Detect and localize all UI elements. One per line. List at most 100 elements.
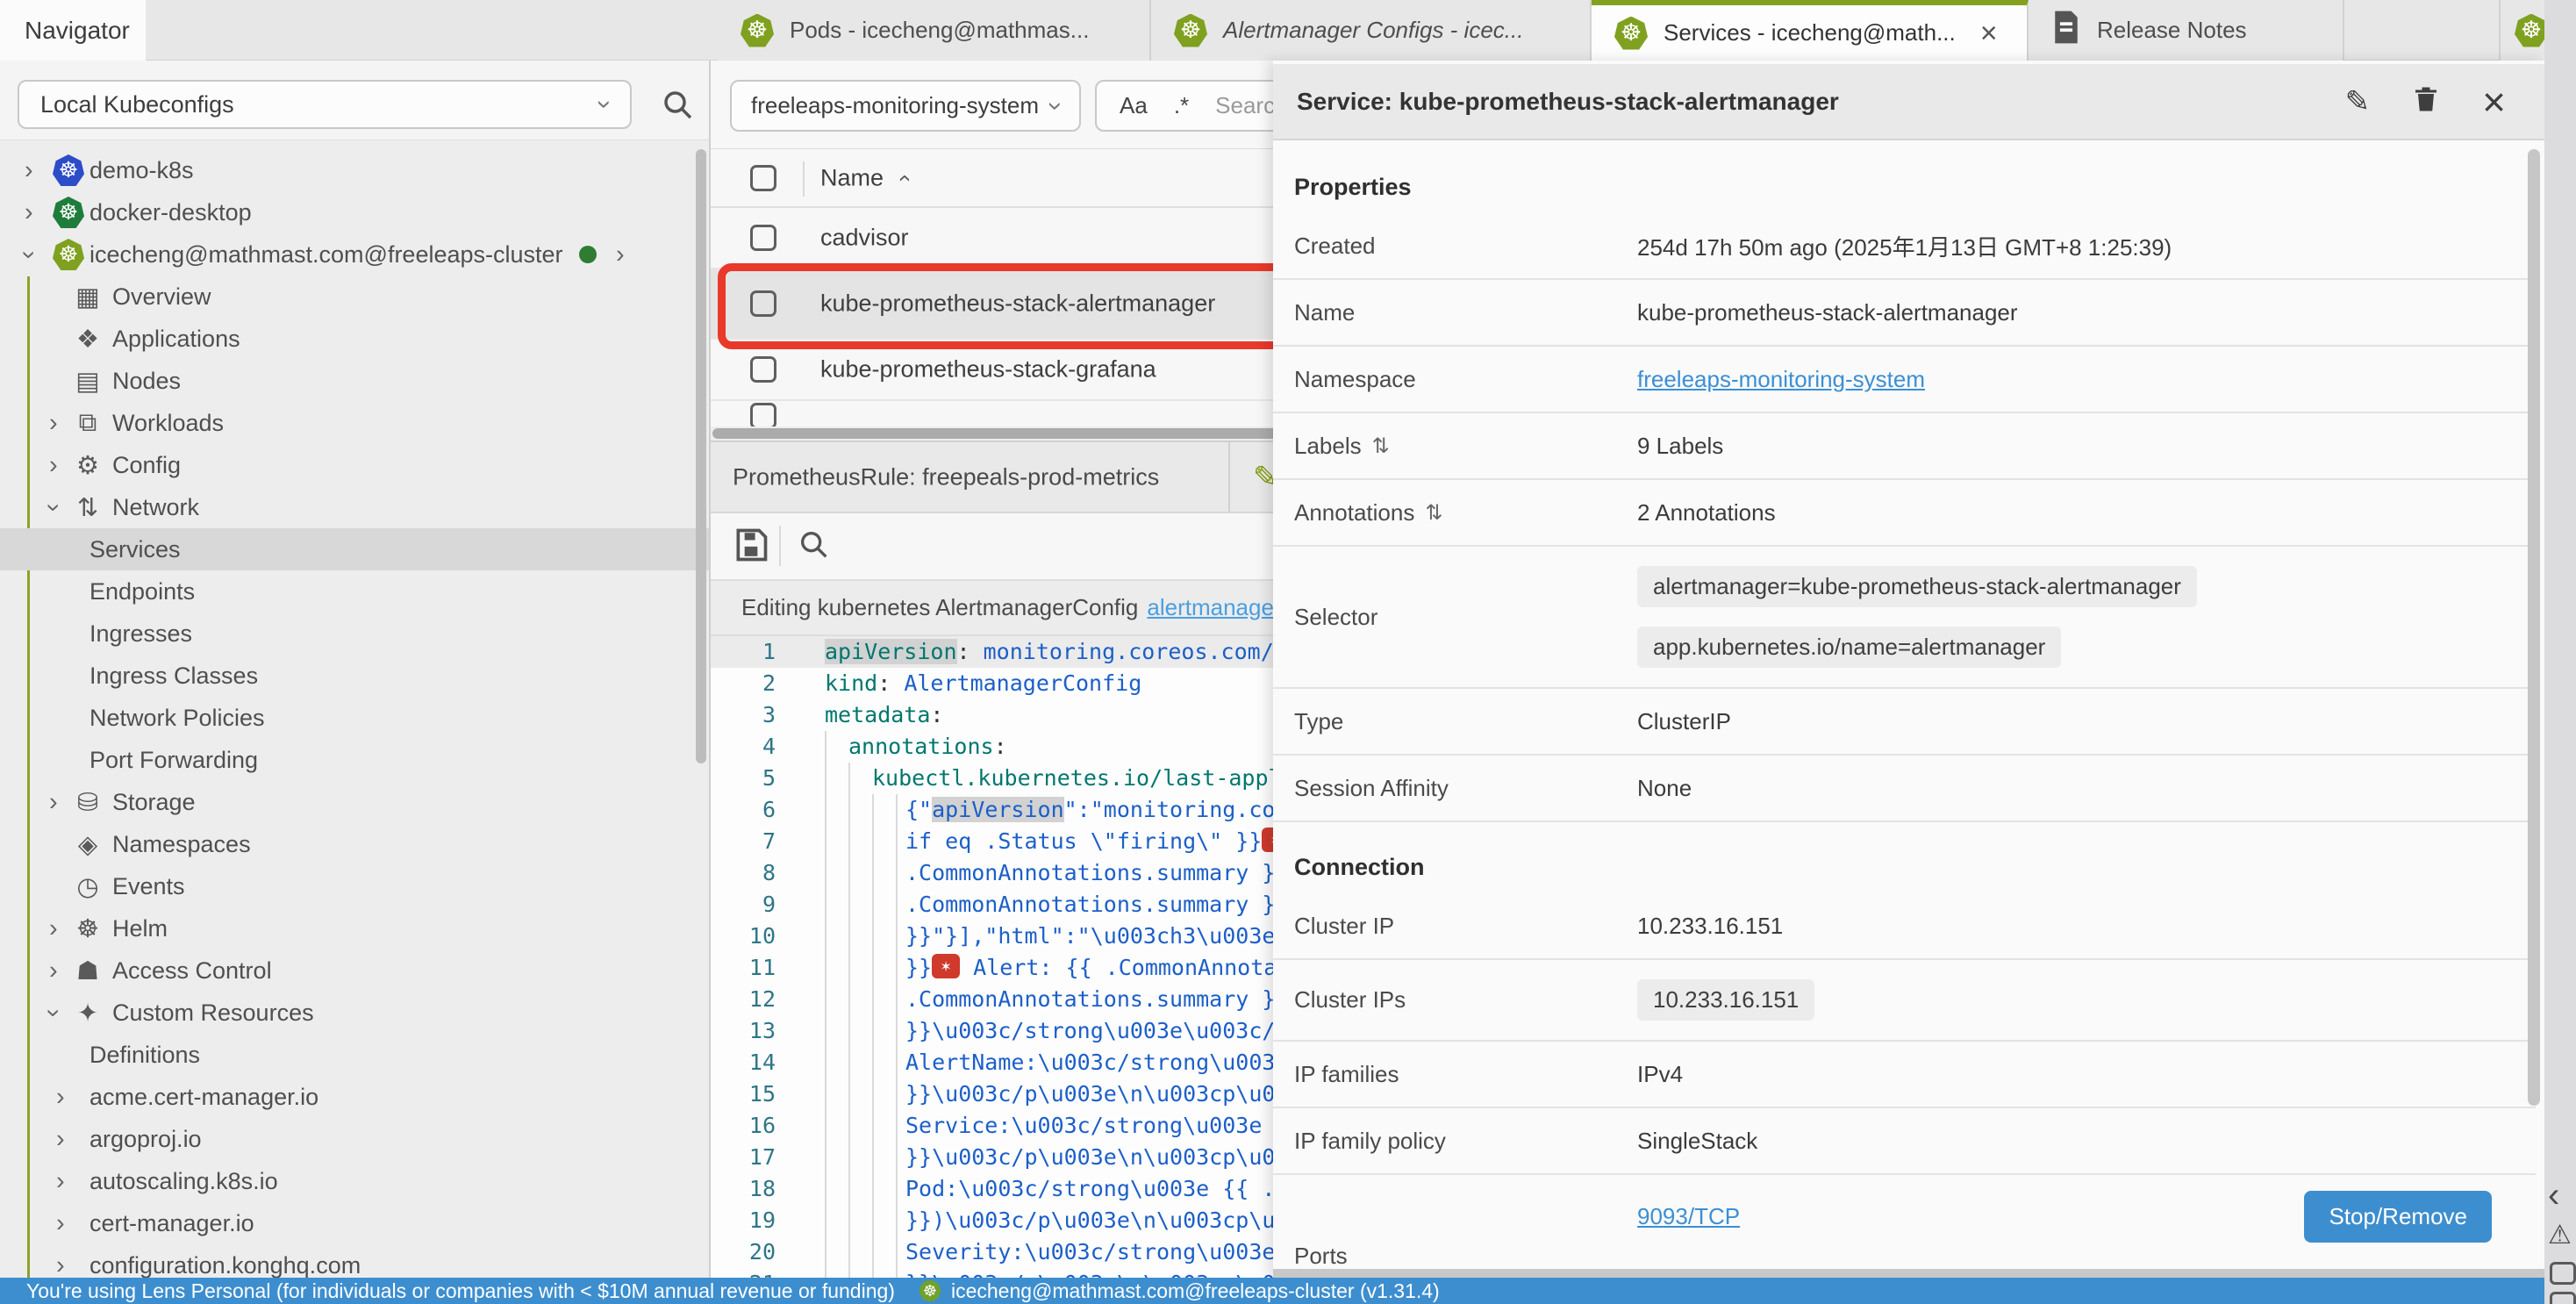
trash-icon[interactable] [2410,82,2442,121]
service-details-drawer: Service: kube-prometheus-stack-alertmana… [1273,61,2544,1278]
match-case-icon[interactable]: Aa [1120,92,1148,119]
service-name: kube-prometheus-stack-grafana [820,356,1156,383]
divider [803,161,805,197]
chevron-right-icon[interactable]: › [25,200,33,226]
chevron-right-icon[interactable]: › [56,1127,65,1152]
sidebar-item-services[interactable]: Services [0,528,709,570]
sidebar-item-label: configuration.konghq.com [89,1252,361,1279]
top-tab-bar: Navigator ☸Pods - icecheng@mathmas...☸Al… [0,0,2576,61]
sidebar-item-workloads[interactable]: ›⧉Workloads [0,402,709,444]
sidebar-item-definitions[interactable]: Definitions [0,1034,709,1076]
property-row-namespace: Namespacefreeleaps-monitoring-system [1273,347,2536,413]
sidebar-item-config[interactable]: ›⚙Config [0,444,709,486]
close-icon[interactable]: × [1980,18,1998,48]
sidebar-item-autoscaling-k8s-io[interactable]: ›autoscaling.k8s.io [0,1160,709,1202]
line-number: 11 [711,952,798,984]
row-checkbox[interactable] [750,290,776,317]
active-cluster-status[interactable]: ☸ icecheng@mathmast.com@freeleaps-cluste… [919,1279,1440,1303]
chevron-right-icon[interactable]: › [56,1253,65,1279]
sidebar-item-network-policies[interactable]: Network Policies [0,697,709,739]
collapse-left-icon[interactable]: ‹ [2548,1176,2559,1215]
editor-info-link[interactable]: alertmanager [1147,594,1281,621]
tab-services[interactable]: ☸Services - icecheng@math...× [1592,0,2029,61]
sidebar-item-events[interactable]: ◷Events [0,865,709,907]
sidebar-item-ingress-classes[interactable]: Ingress Classes [0,655,709,697]
line-number: 16 [711,1110,798,1142]
sidebar-item-label: demo-k8s [89,157,194,184]
chevron-right-icon[interactable]: › [49,453,58,478]
stop-remove-button[interactable]: Stop/Remove [2304,1191,2492,1243]
code-token: }}\u003c/p\u003e\n\u003cp\u003 [905,1271,1302,1278]
row-checkbox[interactable] [750,356,776,383]
code-token: Severity:\u003c/strong\u003e [905,1239,1275,1265]
warning-icon[interactable]: ⚠ [2548,1220,2572,1250]
save-icon[interactable] [732,526,770,569]
sidebar-item-acme-cert-manager-io[interactable]: ›acme.cert-manager.io [0,1076,709,1118]
sort-toggle-icon[interactable]: ⇅ [1425,500,1442,526]
port-link[interactable]: 9093/TCP [1637,1203,1740,1230]
namespace-select[interactable]: freeleaps-monitoring-system › [730,80,1081,132]
panel-icon[interactable] [2550,1292,2576,1304]
drawer-scrollbar[interactable] [2528,149,2540,1106]
applications-icon: ❖ [70,324,105,355]
row-checkbox[interactable] [750,225,776,251]
cluster-tree: ›☸demo-k8s›☸docker-desktop›☸icecheng@mat… [0,149,709,1278]
tab-pods[interactable]: ☸Pods - icecheng@mathmas... [718,0,1151,61]
sidebar-item-overview[interactable]: ▦Overview [0,276,709,318]
chevron-right-icon[interactable]: › [616,242,625,268]
chevron-right-icon[interactable]: › [49,958,58,984]
search-icon[interactable] [660,87,697,128]
namespace-link[interactable]: freeleaps-monitoring-system [1637,366,1925,392]
sidebar-item-applications[interactable]: ❖Applications [0,318,709,360]
chevron-right-icon[interactable]: › [56,1211,65,1236]
sidebar-item-custom-resources[interactable]: ›✦Custom Resources [0,992,709,1034]
chevron-right-icon[interactable]: › [56,1085,65,1110]
section-title-properties: Properties [1294,174,2544,201]
code-token: AlertmanagerConfig [904,670,1141,696]
close-icon[interactable]: × [2482,82,2506,122]
chevron-right-icon[interactable]: › [49,411,58,436]
sidebar-item-demo-k8s[interactable]: ›☸demo-k8s [0,149,709,191]
select-all-checkbox[interactable] [750,165,776,191]
tab-alertmanager[interactable]: ☸Alertmanager Configs - icec... [1151,0,1592,61]
sidebar-item-helm[interactable]: ›☸Helm [0,907,709,949]
kubeconfig-select[interactable]: Local Kubeconfigs › [18,80,632,129]
sidebar-item-docker-desktop[interactable]: ›☸docker-desktop [0,191,709,233]
sidebar-item-ingresses[interactable]: Ingresses [0,613,709,655]
sort-toggle-icon[interactable]: ⇅ [1372,433,1390,459]
sidebar-item-endpoints[interactable]: Endpoints [0,570,709,613]
indent-guide [872,794,874,1278]
sidebar-item-port-forwarding[interactable]: Port Forwarding [0,739,709,781]
sidebar-item-storage[interactable]: ›⛁Storage [0,781,709,823]
search-icon[interactable] [797,527,832,567]
sidebar-item-label: argoproj.io [89,1126,202,1153]
edit-pencil-icon[interactable]: ✎ [2345,87,2371,117]
divider [1228,442,1230,512]
sort-ascending-icon[interactable]: › [890,174,917,182]
sidebar-item-nodes[interactable]: ▤Nodes [0,360,709,402]
chevron-down-icon[interactable]: › [39,503,68,512]
sidebar-item-network[interactable]: ›⇅Network [0,486,709,528]
sidebar-item-label: Endpoints [89,578,195,605]
dock-tab-prometheusrule[interactable]: PrometheusRule: freepeals-prod-metrics [733,463,1159,491]
sidebar-item-configuration-konghq-com[interactable]: › configuration.konghq.com [0,1244,709,1278]
panel-icon[interactable] [2550,1262,2576,1285]
sidebar-item-access-control[interactable]: ›☗Access Control [0,949,709,992]
chevron-right-icon[interactable]: › [56,1169,65,1194]
row-checkbox[interactable] [750,403,776,429]
sidebar-item-namespaces[interactable]: ◈Namespaces [0,823,709,865]
property-value: IPv4 [1637,1061,2536,1088]
tab-release[interactable]: Release Notes [2029,0,2344,61]
sidebar-item-argoproj-io[interactable]: › argoproj.io [0,1118,709,1160]
code-token: }}\u003c/p\u003e\n\u003cp\u003 [905,1144,1302,1170]
sidebar-item-icecheng-mathmast-com-freeleaps-cluster[interactable]: ›☸icecheng@mathmast.com@freeleaps-cluste… [0,233,709,276]
chevron-down-icon[interactable]: › [39,1008,68,1017]
sidebar-item-cert-manager-io[interactable]: ›cert-manager.io [0,1202,709,1244]
column-header-name[interactable]: Name [820,164,884,191]
chevron-right-icon[interactable]: › [49,916,58,942]
regex-icon[interactable]: .* [1174,92,1189,119]
chevron-down-icon[interactable]: › [14,250,43,259]
chevron-right-icon[interactable]: › [49,790,58,815]
chevron-right-icon[interactable]: › [25,158,33,183]
sidebar-scrollbar[interactable] [696,149,706,763]
